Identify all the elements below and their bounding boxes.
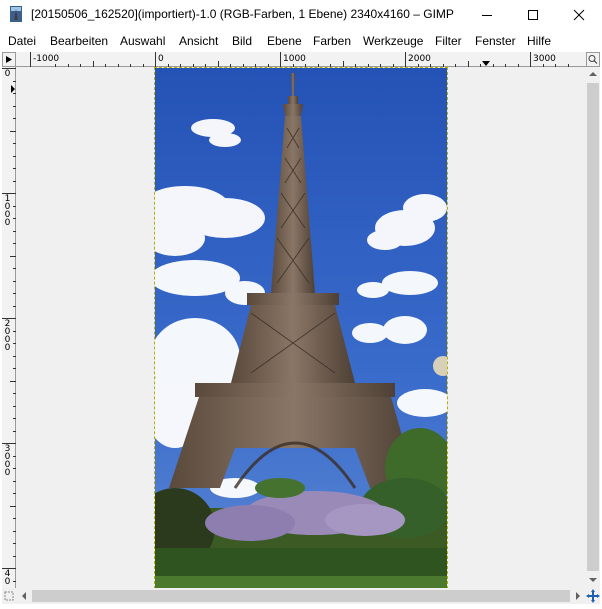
menu-auswahl[interactable]: Auswahl (120, 34, 165, 48)
scroll-down-icon[interactable] (589, 577, 597, 583)
horizontal-scrollbar[interactable] (16, 588, 586, 604)
menu-filter[interactable]: Filter (435, 34, 462, 48)
scroll-right-icon[interactable] (575, 592, 581, 600)
zoom-icon (588, 55, 598, 64)
menu-bearbeiten[interactable]: Bearbeiten (50, 34, 108, 48)
image-layer[interactable] (135, 67, 455, 588)
v-ruler-label: 2000 (4, 319, 11, 353)
v-ruler-label: 40 (4, 569, 11, 587)
close-icon (573, 9, 585, 21)
menu-ebene[interactable]: Ebene (267, 34, 302, 48)
scroll-left-icon[interactable] (21, 592, 27, 600)
quick-mask-toggle[interactable] (2, 588, 16, 604)
v-ruler-label: 3000 (4, 444, 11, 478)
h-ruler-label: -1000 (33, 54, 59, 64)
minimize-icon (482, 15, 492, 16)
close-button[interactable] (556, 0, 602, 30)
pointer-position-marker (11, 85, 15, 93)
navigate-icon (586, 589, 600, 603)
h-ruler-label: 1000 (283, 54, 306, 64)
h-ruler-label: 0 (158, 54, 164, 64)
horizontal-scroll-thumb[interactable] (32, 590, 570, 602)
menu-bar: Datei Bearbeiten Auswahl Ansicht Bild Eb… (0, 30, 602, 52)
minimize-button[interactable] (464, 0, 510, 30)
zoom-image-button[interactable] (586, 52, 600, 67)
menu-fenster[interactable]: Fenster (475, 34, 516, 48)
photo-eiffel-tower (135, 68, 455, 588)
title-bar[interactable]: [20150506_162520](importiert)-1.0 (RGB-F… (0, 0, 602, 30)
navigate-button[interactable] (586, 588, 600, 604)
vertical-scroll-thumb[interactable] (587, 83, 599, 571)
menu-bild[interactable]: Bild (232, 34, 252, 48)
maximize-button[interactable] (510, 0, 556, 30)
v-ruler-label: 1000 (4, 194, 11, 228)
scroll-up-icon[interactable] (589, 71, 597, 77)
menu-datei[interactable]: Datei (8, 34, 36, 48)
v-ruler-label: 0 (4, 69, 11, 79)
h-ruler-label: 2000 (408, 54, 431, 64)
gimp-window: [20150506_162520](importiert)-1.0 (RGB-F… (0, 0, 602, 606)
image-canvas[interactable] (16, 67, 586, 588)
menu-arrow-icon (6, 56, 12, 63)
h-ruler-label: 3000 (533, 54, 556, 64)
maximize-icon (528, 10, 538, 20)
menu-ansicht[interactable]: Ansicht (179, 34, 218, 48)
image-menu-button[interactable] (2, 52, 16, 67)
horizontal-ruler[interactable]: -1000 0 1000 2000 3000 (16, 52, 586, 67)
menu-werkzeuge[interactable]: Werkzeuge (363, 34, 423, 48)
vertical-scrollbar[interactable] (586, 67, 600, 588)
vertical-ruler[interactable]: 0 1000 2000 3000 40 (2, 67, 16, 588)
menu-hilfe[interactable]: Hilfe (527, 34, 551, 48)
pointer-position-marker (482, 61, 490, 66)
quick-mask-icon (4, 591, 14, 601)
window-title: [20150506_162520](importiert)-1.0 (RGB-F… (31, 7, 454, 21)
menu-farben[interactable]: Farben (313, 34, 351, 48)
gimp-image-icon (10, 6, 22, 22)
